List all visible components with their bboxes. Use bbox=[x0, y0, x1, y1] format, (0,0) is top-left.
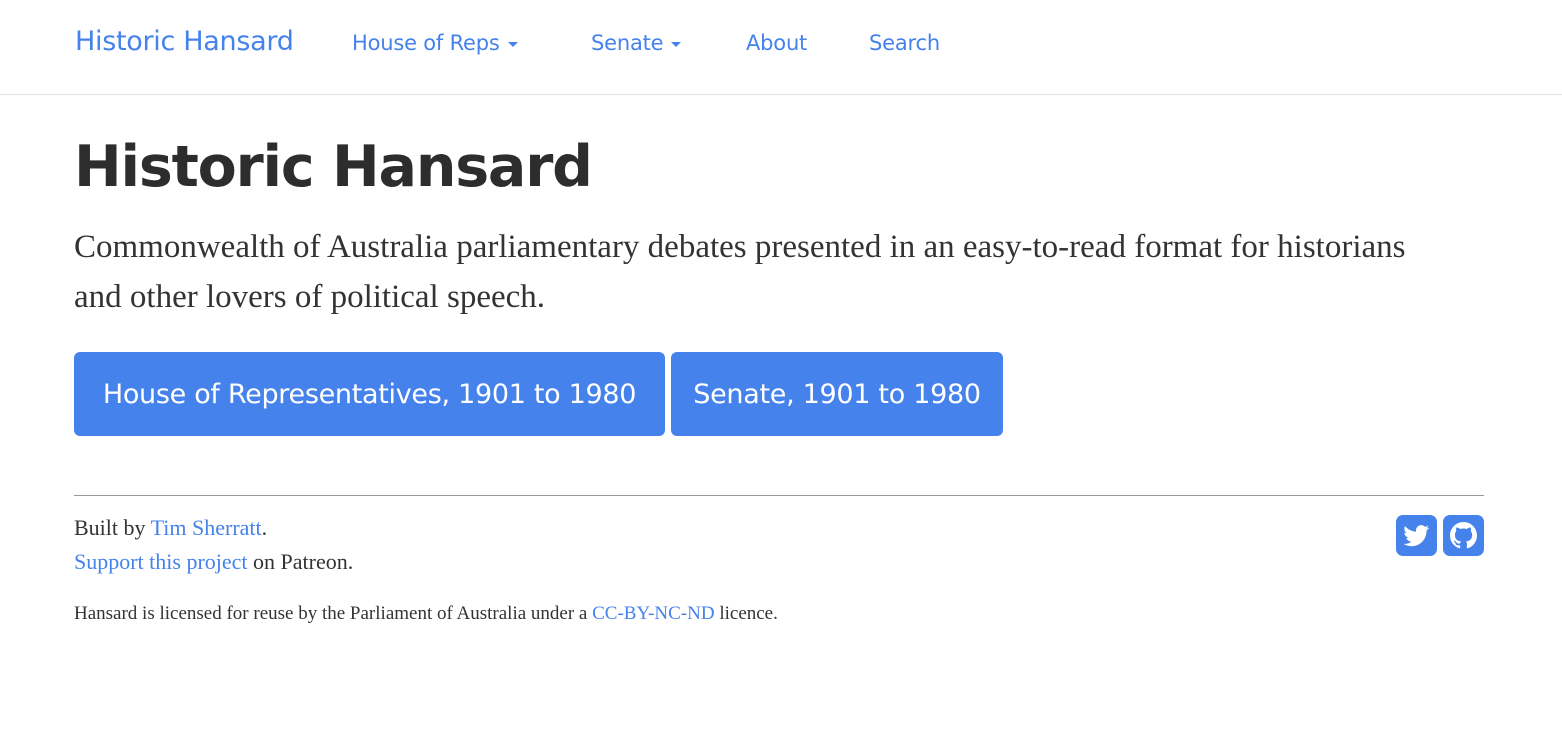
author-link[interactable]: Tim Sherratt bbox=[151, 515, 262, 540]
page-title: Historic Hansard bbox=[74, 134, 593, 200]
nav-house-of-reps-dropdown[interactable]: House of Reps bbox=[352, 31, 518, 55]
licence-suffix: licence. bbox=[714, 603, 778, 624]
licence-link[interactable]: CC-BY-NC-ND bbox=[592, 603, 714, 624]
twitter-icon bbox=[1403, 524, 1430, 546]
licence-prefix: Hansard is licensed for reuse by the Par… bbox=[74, 603, 593, 624]
house-of-reps-button[interactable]: House of Representatives, 1901 to 1980 bbox=[74, 352, 665, 436]
top-navbar: Historic Hansard House of Reps Senate Ab… bbox=[0, 0, 1562, 95]
support-line: Support this project on Patreon. bbox=[74, 549, 353, 575]
github-button[interactable] bbox=[1443, 515, 1484, 556]
nav-search-link[interactable]: Search bbox=[869, 31, 940, 55]
nav-senate-label: Senate bbox=[591, 31, 664, 55]
lead-description: Commonwealth of Australia parliamentary … bbox=[74, 229, 1406, 315]
built-by-suffix: . bbox=[261, 515, 268, 540]
built-by-line: Built by Tim Sherratt. bbox=[74, 515, 267, 541]
nav-about-link[interactable]: About bbox=[746, 31, 807, 55]
licence-notice: Hansard is licensed for reuse by the Par… bbox=[74, 603, 778, 625]
senate-button[interactable]: Senate, 1901 to 1980 bbox=[671, 352, 1003, 436]
caret-down-icon bbox=[671, 41, 682, 47]
github-icon bbox=[1450, 522, 1477, 549]
support-suffix: on Patreon. bbox=[247, 549, 354, 574]
footer-divider bbox=[74, 495, 1484, 496]
nav-senate-dropdown[interactable]: Senate bbox=[591, 31, 682, 55]
caret-down-icon bbox=[507, 41, 518, 47]
built-by-prefix: Built by bbox=[74, 515, 151, 540]
twitter-button[interactable] bbox=[1396, 515, 1437, 556]
nav-house-of-reps-label: House of Reps bbox=[352, 31, 500, 55]
support-link[interactable]: Support this project bbox=[74, 549, 248, 574]
brand-link[interactable]: Historic Hansard bbox=[75, 26, 294, 57]
